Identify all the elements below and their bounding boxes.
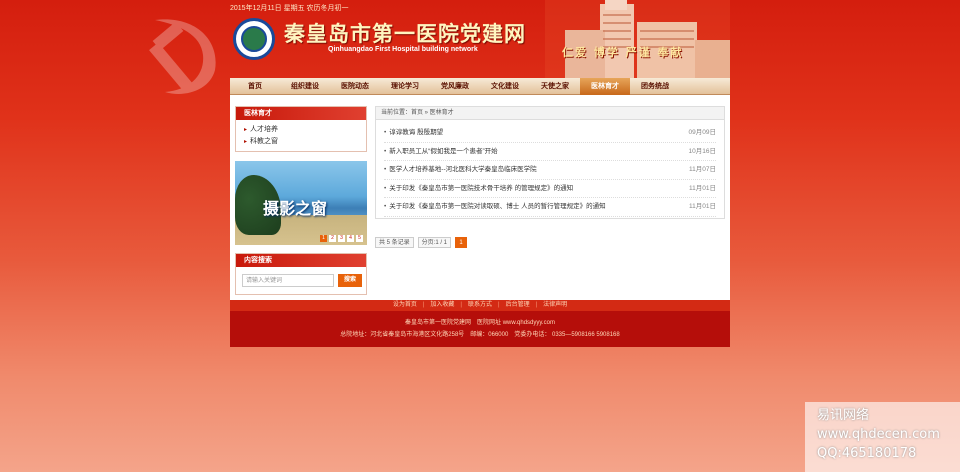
article-row[interactable]: 谆谆教诲 殷殷期望 09月09日: [384, 124, 716, 143]
pagination: 共 5 条记录 分页:1 / 1 1: [375, 237, 468, 248]
search-button[interactable]: 搜索: [338, 274, 362, 287]
nav-item[interactable]: 天使之家: [530, 78, 580, 95]
main-navigation: 首页 组织建设 医院动态 理论学习 党风廉政 文化建设 天使之家 医林育才 团务统战: [230, 77, 730, 95]
hospital-building-image: [545, 0, 730, 78]
slideshow-dot[interactable]: 2: [329, 235, 336, 242]
nav-item[interactable]: 团务统战: [630, 78, 680, 95]
article-title[interactable]: 谆谆教诲 殷殷期望: [384, 124, 443, 142]
footer-link[interactable]: 联系方式: [468, 302, 492, 308]
date-text: 2015年12月11日 星期五 农历冬月初一: [230, 5, 349, 12]
watermark-qq: QQ:465180178: [817, 446, 917, 461]
pager-current-page[interactable]: 1: [455, 237, 468, 248]
footer: 设为首页 | 加入收藏 | 联系方式 | 后台管理 | 法律声明 秦皇岛市第一医院党建网 医院网…: [230, 300, 730, 347]
slideshow-dot[interactable]: 5: [356, 235, 363, 242]
footer-address: 总院地址：河北省秦皇岛市海港区文化路258号 邮编：066000 党委办电话： …: [340, 332, 620, 338]
article-date: 11月01日: [689, 203, 716, 210]
slideshow-dot[interactable]: 1: [320, 235, 327, 242]
search-panel: 内容搜索 请输入关键词 搜索: [235, 253, 367, 295]
nav-item[interactable]: 理论学习: [380, 78, 430, 95]
photo-slideshow[interactable]: 摄影之窗 12345: [235, 161, 367, 245]
article-row[interactable]: 关于印发《秦皇岛市第一医院对读取硕、博士 人员的暂行管理规定》的通知 11月01日: [384, 198, 716, 217]
footer-link[interactable]: 法律声明: [543, 302, 567, 308]
slogan-text: 仁爱 博学 严谨 奉献: [562, 46, 684, 59]
watermark-url: www.qhdecen.com: [817, 427, 940, 442]
site-title: 秦皇岛市第一医院党建网: [284, 21, 526, 46]
hammer-sickle-icon: [149, 19, 216, 94]
slideshow-dots: 12345: [320, 235, 363, 242]
sidebar-title: 医林育才: [236, 107, 366, 120]
article-title[interactable]: 新入职员工从“假如我是一个患者”开始: [384, 143, 497, 161]
article-date: 09月09日: [688, 129, 716, 136]
site-subtitle: Qinhuangdao First Hospital building netw…: [328, 46, 478, 53]
photo-caption: 摄影之窗: [263, 199, 328, 218]
article-title[interactable]: 医学人才培养基地--河北医科大学秦皇岛临床医学院: [384, 161, 536, 179]
sidebar-item-talent[interactable]: 人才培养: [244, 124, 358, 136]
sidebar-item-science[interactable]: 科教之窗: [244, 136, 358, 148]
footer-link[interactable]: 后台管理: [506, 302, 530, 308]
pager-total: 共 5 条记录: [375, 237, 414, 248]
nav-item[interactable]: 医院动态: [330, 78, 380, 95]
main-panel: 医林育才 人才培养 科教之窗 摄影之窗 12345 内容搜索 请输入关键词 搜索…: [230, 95, 730, 300]
breadcrumb: 当前位置：首页 » 医林育才: [376, 107, 724, 120]
footer-links: 设为首页 | 加入收藏 | 联系方式 | 后台管理 | 法律声明: [230, 300, 730, 311]
pager-pages: 分页:1 / 1: [417, 237, 452, 248]
article-list-panel: 当前位置：首页 » 医林育才 谆谆教诲 殷殷期望 09月09日新入职员工从“假如我…: [375, 106, 725, 219]
article-row[interactable]: 医学人才培养基地--河北医科大学秦皇岛临床医学院 11月07日: [384, 161, 716, 180]
article-row[interactable]: 关于印发《秦皇岛市第一医院技术骨干培养 的管理规定》的通知 11月01日: [384, 180, 716, 198]
article-date: 10月16日: [688, 147, 716, 155]
watermark-name: 易讯网络: [817, 408, 870, 423]
nav-item[interactable]: 首页: [230, 78, 280, 95]
slideshow-dot[interactable]: 3: [338, 235, 345, 242]
nav-item[interactable]: 医林育才: [580, 77, 630, 95]
article-date: 11月07日: [689, 166, 716, 173]
article-date: 11月01日: [689, 184, 716, 192]
footer-link[interactable]: 加入收藏: [430, 302, 454, 308]
search-title: 内容搜索: [236, 254, 366, 267]
search-input[interactable]: 请输入关键词: [242, 274, 334, 287]
article-row[interactable]: 新入职员工从“假如我是一个患者”开始 10月16日: [384, 143, 716, 161]
hospital-logo[interactable]: [233, 18, 275, 60]
article-title[interactable]: 关于印发《秦皇岛市第一医院对读取硕、博士 人员的暂行管理规定》的通知: [384, 198, 605, 216]
footer-site-info: 秦皇岛市第一医院党建网 医院网址 www.qhdsdyyy.com: [405, 320, 555, 326]
watermark: 易讯网络 www.qhdecen.com QQ:465180178: [805, 402, 960, 472]
nav-item[interactable]: 党风廉政: [430, 78, 480, 95]
nav-item[interactable]: 文化建设: [480, 78, 530, 95]
article-title[interactable]: 关于印发《秦皇岛市第一医院技术骨干培养 的管理规定》的通知: [384, 180, 573, 198]
footer-link[interactable]: 设为首页: [393, 302, 417, 308]
slideshow-dot[interactable]: 4: [347, 235, 354, 242]
nav-item[interactable]: 组织建设: [280, 78, 330, 95]
sidebar-category-box: 医林育才 人才培养 科教之窗: [235, 106, 367, 152]
